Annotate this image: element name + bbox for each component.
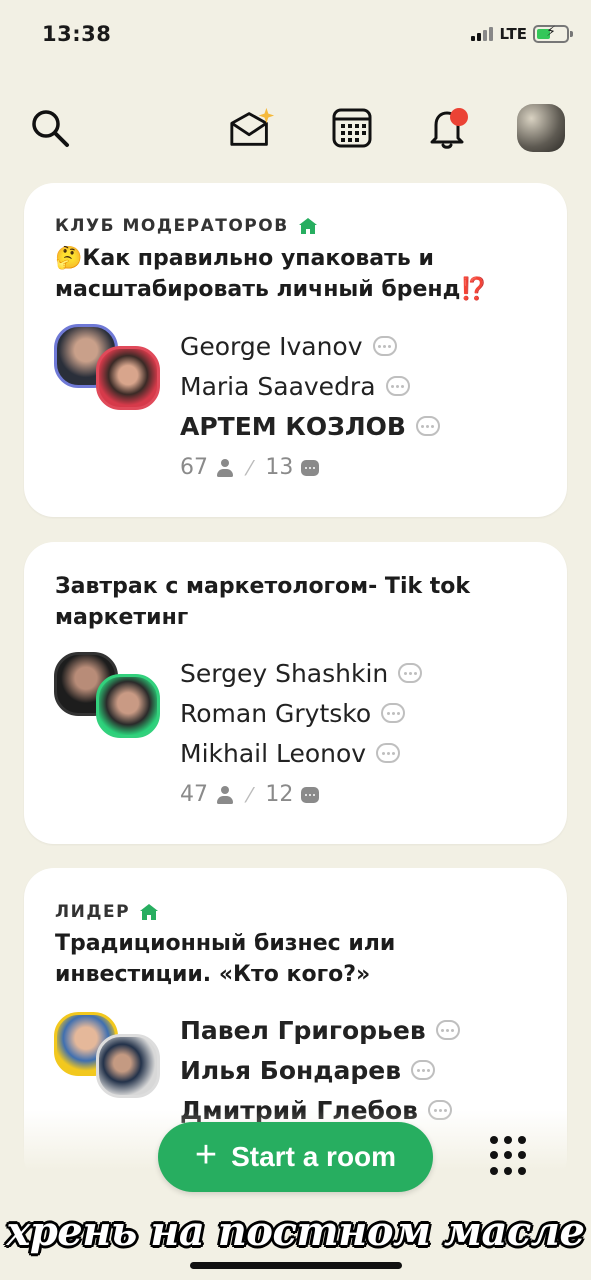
chat-bubble-icon xyxy=(376,743,401,763)
chat-bubble-icon xyxy=(435,1020,460,1040)
person-icon xyxy=(216,458,234,477)
room-title: 🤔Как правильно упаковать и масштабироват… xyxy=(55,246,488,302)
room-title: Завтрак с маркетологом- Tik tok маркетин… xyxy=(55,574,471,630)
chat-bubble-icon xyxy=(415,416,440,436)
avatar xyxy=(96,674,160,738)
status-bar: 13:38 LTE ⚡ xyxy=(0,0,591,70)
room-card[interactable]: КЛУБ МОДЕРАТОРОВ 🤔Как правильно упаковат… xyxy=(24,183,567,517)
room-stats: 47 ⁄ 12 xyxy=(180,782,320,807)
club-name: КЛУБ МОДЕРАТОРОВ xyxy=(55,216,317,236)
club-name: ЛИДЕР xyxy=(55,902,159,922)
speaker-list: George Ivanov Maria Saavedra АРТЕМ КОЗЛО… xyxy=(180,326,440,446)
listener-count: 47 xyxy=(180,782,208,807)
profile-avatar[interactable] xyxy=(517,104,565,152)
speaker-count: 13 xyxy=(265,455,294,480)
speaker-row: George Ivanov xyxy=(180,326,440,366)
message-icon xyxy=(301,786,320,803)
grid-dots-icon[interactable] xyxy=(490,1136,530,1176)
speaker-row: Mikhail Leonov xyxy=(180,733,422,773)
speaker-avatars xyxy=(54,1012,164,1102)
speaker-list: Sergey Shashkin Roman Grytsko Mikhail Le… xyxy=(180,653,423,773)
chat-bubble-icon xyxy=(398,663,423,683)
chat-bubble-icon xyxy=(372,336,397,356)
home-icon xyxy=(298,218,317,234)
room-title: Традиционный бизнес или инвестиции. «Кто… xyxy=(55,931,396,987)
speaker-row: Илья Бондарев xyxy=(180,1050,460,1090)
speaker-row: Maria Saavedra xyxy=(180,366,440,406)
status-time: 13:38 xyxy=(42,22,112,46)
chat-bubble-icon xyxy=(381,703,406,723)
avatar xyxy=(96,346,160,410)
calendar-icon[interactable] xyxy=(328,104,376,152)
invite-envelope-icon[interactable] xyxy=(228,104,276,152)
speaker-avatars xyxy=(54,324,164,414)
person-icon xyxy=(216,785,234,804)
plus-icon: + xyxy=(194,1134,218,1176)
search-icon[interactable] xyxy=(26,104,74,152)
home-icon xyxy=(140,904,159,920)
bell-icon[interactable] xyxy=(424,104,472,152)
message-icon xyxy=(301,459,320,476)
chat-bubble-icon xyxy=(411,1060,436,1080)
start-room-label: Start a room xyxy=(231,1141,397,1172)
signal-icon xyxy=(471,27,494,41)
room-stats: 67 ⁄ 13 xyxy=(180,455,320,480)
network-label: LTE xyxy=(499,25,527,43)
avatar xyxy=(96,1034,160,1098)
speaker-row: Павел Григорьев xyxy=(180,1010,460,1050)
listener-count: 67 xyxy=(180,455,208,480)
notification-dot xyxy=(450,108,468,126)
home-indicator xyxy=(190,1262,402,1269)
room-card[interactable]: Завтрак с маркетологом- Tik tok маркетин… xyxy=(24,542,567,844)
speaker-row: АРТЕМ КОЗЛОВ xyxy=(180,406,440,446)
speaker-avatars xyxy=(54,652,164,742)
start-room-button[interactable]: + Start a room xyxy=(158,1122,433,1192)
top-toolbar xyxy=(0,100,591,160)
speaker-row: Sergey Shashkin xyxy=(180,653,423,693)
battery-icon: ⚡ xyxy=(533,24,573,43)
chat-bubble-icon xyxy=(385,376,410,396)
speaker-count: 12 xyxy=(265,782,294,807)
status-indicators: LTE ⚡ xyxy=(471,24,573,43)
speaker-row: Roman Grytsko xyxy=(180,693,422,733)
meme-caption: хрень на постном масле xyxy=(6,1208,585,1255)
